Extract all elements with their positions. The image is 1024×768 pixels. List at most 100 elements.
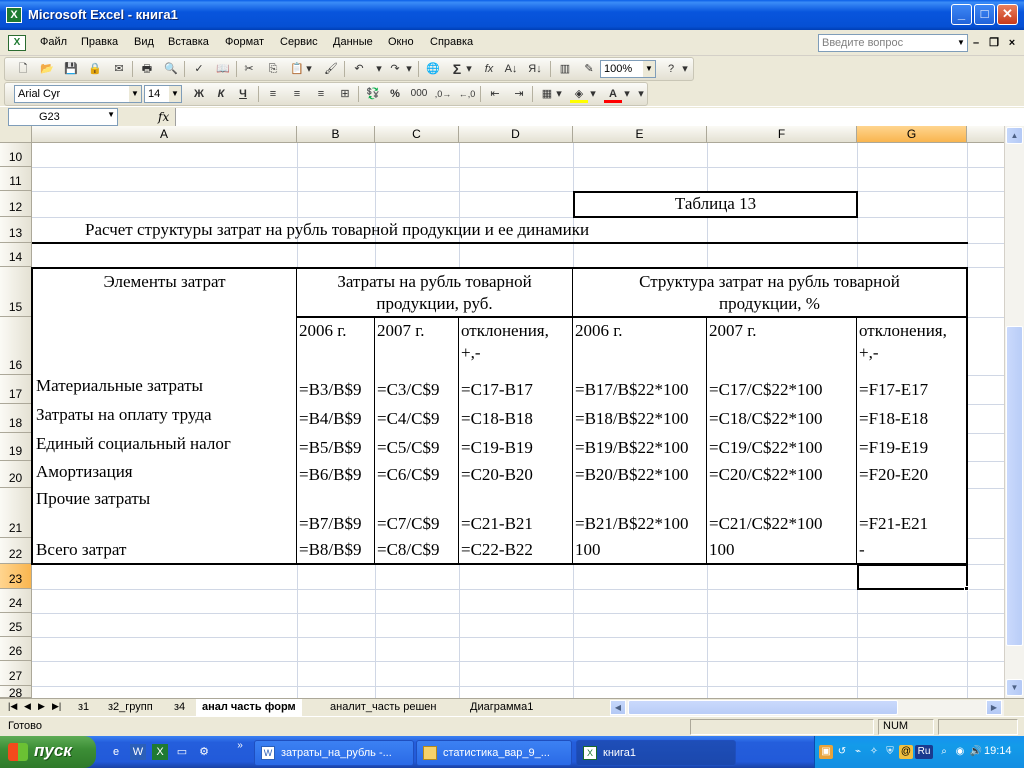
last-sheet-icon[interactable]: ▶| xyxy=(52,701,61,712)
chevron-down-icon[interactable]: ▼ xyxy=(955,35,967,51)
minimize-button[interactable]: _ xyxy=(951,4,972,25)
horizontal-scroll-thumb[interactable] xyxy=(628,700,898,715)
decrease-decimal-icon[interactable]: ←,0 xyxy=(458,85,476,103)
subheader-2006-structure[interactable]: 2006 г. xyxy=(573,316,708,376)
sheet-tab-diagramma1[interactable]: Диаграмма1 xyxy=(464,699,539,716)
chevron-down-icon[interactable]: ▼ xyxy=(643,61,655,77)
scroll-up-icon[interactable]: ▲ xyxy=(1006,127,1023,144)
save-icon[interactable]: 💾 xyxy=(62,60,80,78)
menu-help[interactable]: Справка xyxy=(430,36,473,48)
value-cell[interactable]: - xyxy=(857,537,968,565)
chevron-down-icon[interactable]: ▾ xyxy=(464,60,474,78)
chevron-down-icon[interactable]: ▾ xyxy=(304,60,314,78)
row-header-17[interactable]: 17 xyxy=(0,375,32,404)
formula-cell[interactable]: =C21-B21 xyxy=(459,487,574,539)
app-icon[interactable]: ⚙ xyxy=(196,744,212,760)
volume-icon[interactable]: 🔊 xyxy=(969,745,983,759)
formula-cell[interactable]: =C17/C$22*100 xyxy=(707,374,858,405)
formula-cell[interactable]: =C3/C$9 xyxy=(375,374,460,405)
worksheet-grid[interactable]: A B C D E F G 10 11 12 13 14 15 16 17 18… xyxy=(0,126,1004,698)
vertical-scrollbar[interactable]: ▲ ▼ xyxy=(1004,126,1024,698)
formula-cell[interactable]: =C20/C$22*100 xyxy=(707,460,858,489)
subheader-deviation-costs[interactable]: отклонения, +,- xyxy=(459,316,574,376)
font-color-icon[interactable]: A xyxy=(604,85,622,103)
horizontal-scrollbar[interactable]: ◀ ▶ xyxy=(610,700,1004,716)
row-header-26[interactable]: 26 xyxy=(0,637,32,661)
row-header-10[interactable]: 10 xyxy=(0,143,32,167)
ask-question-input[interactable]: Введите вопрос xyxy=(818,34,968,52)
formula-cell[interactable]: =F19-E19 xyxy=(857,432,968,462)
tray-app-icon[interactable]: ◉ xyxy=(953,745,967,759)
column-header-a[interactable]: A xyxy=(32,126,297,143)
formula-cell[interactable]: =C18-B18 xyxy=(459,403,574,434)
formula-cell[interactable]: =B5/B$9 xyxy=(297,432,376,462)
formula-cell[interactable]: =C7/C$9 xyxy=(375,487,460,539)
formula-cell[interactable]: =C19/C$22*100 xyxy=(707,432,858,462)
sort-descending-icon[interactable]: Я↓ xyxy=(526,60,544,78)
value-cell[interactable]: 100 xyxy=(707,537,858,565)
column-header-f[interactable]: F xyxy=(707,126,857,143)
sheet-tab-z1[interactable]: з1 xyxy=(72,699,95,716)
chevron-down-icon[interactable]: ▼ xyxy=(107,110,115,119)
redo-icon[interactable]: ↷ xyxy=(386,60,404,78)
chevron-down-icon[interactable]: ▾ xyxy=(554,85,564,103)
research-icon[interactable]: 📖 xyxy=(214,60,232,78)
subheader-deviation-structure[interactable]: отклонения, +,- xyxy=(857,316,968,376)
subheader-2006-costs[interactable]: 2006 г. xyxy=(297,316,376,376)
document-icon[interactable]: X xyxy=(8,35,26,51)
row-header-22[interactable]: 22 xyxy=(0,538,32,564)
scroll-left-icon[interactable]: ◀ xyxy=(610,700,626,715)
next-sheet-icon[interactable]: ▶ xyxy=(38,701,45,712)
tray-app-icon[interactable]: ✧ xyxy=(867,745,881,759)
align-left-icon[interactable]: ≡ xyxy=(264,85,282,103)
column-header-g[interactable]: G xyxy=(857,126,967,143)
row-name-cell[interactable]: Затраты на оплату труда xyxy=(31,403,298,434)
chevron-down-icon[interactable]: ▾ xyxy=(622,85,632,103)
spelling-icon[interactable]: ✓ xyxy=(190,60,208,78)
scroll-down-icon[interactable]: ▼ xyxy=(1006,679,1023,696)
task-excel-kniga1[interactable]: X книга1 xyxy=(576,740,736,766)
row-name-cell[interactable]: Единый социальный налог xyxy=(31,432,298,462)
print-preview-icon[interactable]: 🔍 xyxy=(162,60,180,78)
row-header-25[interactable]: 25 xyxy=(0,613,32,637)
word-icon[interactable]: W xyxy=(130,744,146,760)
first-sheet-icon[interactable]: |◀ xyxy=(8,701,17,712)
vertical-scroll-thumb[interactable] xyxy=(1006,326,1023,646)
align-right-icon[interactable]: ≡ xyxy=(312,85,330,103)
formula-cell[interactable]: =C22-B22 xyxy=(459,537,574,565)
language-indicator[interactable]: Ru xyxy=(915,745,933,759)
toolbar-options-icon[interactable]: ▾ xyxy=(680,60,690,78)
maximize-button[interactable]: □ xyxy=(974,4,995,25)
menu-insert[interactable]: Вставка xyxy=(168,36,209,48)
permission-icon[interactable]: 🔒 xyxy=(86,60,104,78)
row-header-28[interactable]: 28 xyxy=(0,686,32,698)
column-header-c[interactable]: C xyxy=(375,126,459,143)
chevron-down-icon[interactable]: ▾ xyxy=(374,60,384,78)
menu-tools[interactable]: Сервис xyxy=(280,36,318,48)
formula-cell[interactable]: =C20-B20 xyxy=(459,460,574,489)
excel-icon[interactable]: X xyxy=(152,744,168,760)
show-more-icon[interactable]: » xyxy=(232,738,248,754)
formula-cell[interactable]: =C18/C$22*100 xyxy=(707,403,858,434)
formula-cell[interactable]: =B21/B$22*100 xyxy=(573,487,708,539)
insert-function-icon[interactable]: fx xyxy=(480,60,498,78)
row-header-13[interactable]: 13 xyxy=(0,217,32,243)
name-box[interactable]: G23 ▼ xyxy=(8,108,118,126)
formula-cell[interactable]: =B3/B$9 xyxy=(297,374,376,405)
copy-icon[interactable]: ⎘ xyxy=(264,60,282,78)
increase-indent-icon[interactable]: ⇥ xyxy=(510,85,528,103)
column-header-b[interactable]: B xyxy=(297,126,375,143)
menu-format[interactable]: Формат xyxy=(225,36,264,48)
open-icon[interactable]: 📂 xyxy=(38,60,56,78)
excel-app-icon[interactable]: X xyxy=(6,7,22,23)
column-header-e[interactable]: E xyxy=(573,126,707,143)
formula-cell[interactable]: =C8/C$9 xyxy=(375,537,460,565)
doc-restore-button[interactable]: ❐ xyxy=(986,35,1002,51)
toolbar-options-icon[interactable]: ▾ xyxy=(636,85,646,103)
menu-file[interactable]: Файл xyxy=(40,36,67,48)
row-header-12[interactable]: 12 xyxy=(0,191,32,217)
align-center-icon[interactable]: ≡ xyxy=(288,85,306,103)
row-header-20[interactable]: 20 xyxy=(0,461,32,488)
undo-icon[interactable]: ↶ xyxy=(350,60,368,78)
row-header-11[interactable]: 11 xyxy=(0,167,32,191)
